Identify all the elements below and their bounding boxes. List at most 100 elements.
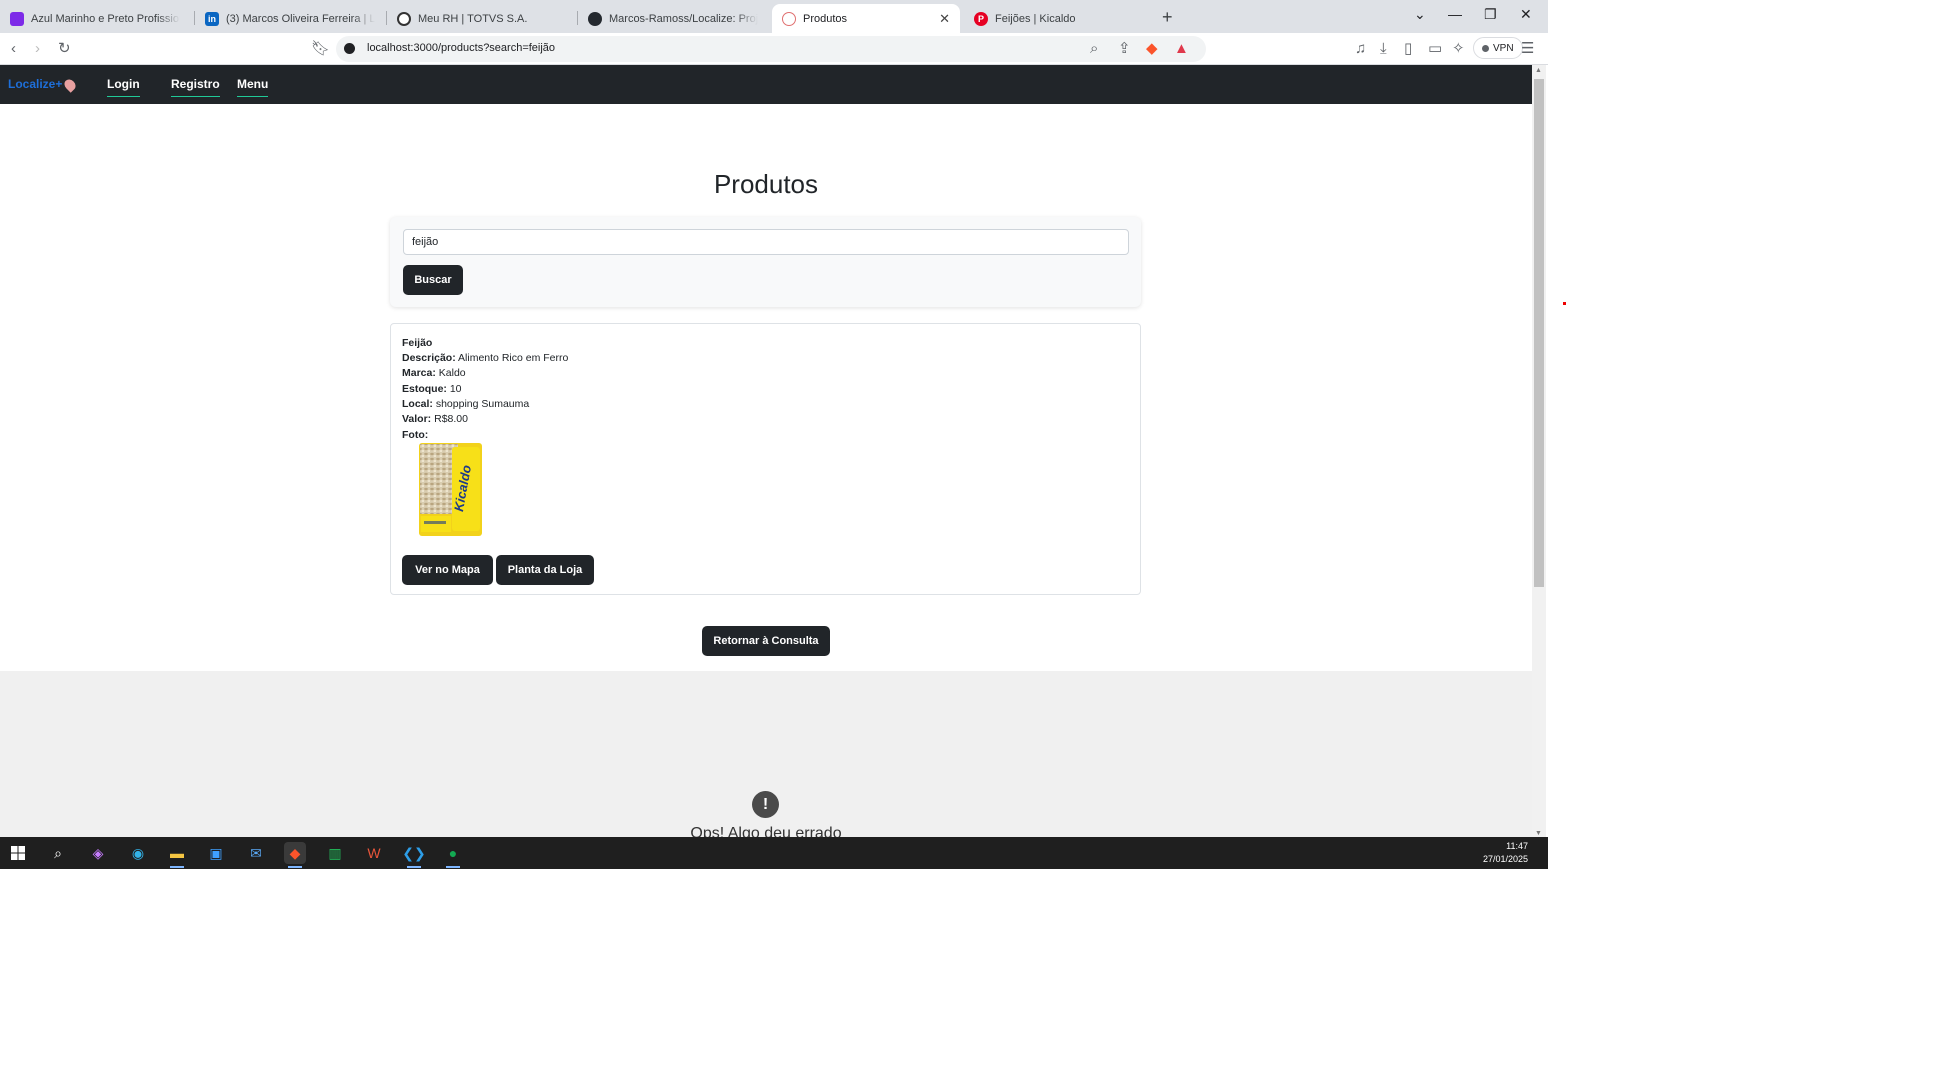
tab-title: Azul Marinho e Preto Profissional C bbox=[31, 12, 180, 25]
share-icon[interactable]: ⇪ bbox=[1118, 40, 1131, 58]
error-boundary: ! Ops! Algo deu errado bbox=[0, 671, 1532, 837]
minimize-icon[interactable]: — bbox=[1448, 6, 1462, 22]
scroll-down-arrow-icon[interactable]: ▼ bbox=[1535, 830, 1542, 837]
close-tab-icon[interactable]: ✕ bbox=[939, 11, 950, 27]
product-marca: Marca: Kaldo bbox=[402, 367, 466, 379]
brand-logo[interactable]: Localize+ bbox=[8, 77, 79, 93]
navbar: Localize+ Login Registro Menu bbox=[0, 65, 1532, 104]
bookmark-icon[interactable]: 🔖︎ bbox=[311, 40, 330, 58]
nav-registro[interactable]: Registro bbox=[171, 77, 220, 97]
tab-pinterest[interactable]: P Feijões | Kicaldo bbox=[964, 4, 1154, 33]
brand-text: Localize+ bbox=[8, 77, 63, 91]
map-pin-icon bbox=[62, 77, 79, 93]
localize-icon bbox=[782, 11, 796, 26]
search-card: Buscar bbox=[390, 217, 1141, 307]
back-icon[interactable]: ‹ bbox=[11, 40, 16, 58]
field-value: 10 bbox=[449, 383, 462, 395]
forward-icon[interactable]: › bbox=[35, 40, 40, 58]
wallet-icon[interactable]: ▭ bbox=[1428, 40, 1442, 58]
windows-start-icon[interactable] bbox=[7, 842, 29, 864]
nav-menu[interactable]: Menu bbox=[237, 77, 269, 97]
vscode-icon[interactable]: ❮❯ bbox=[402, 842, 426, 868]
field-value: shopping Sumauma bbox=[435, 398, 530, 410]
sidebar-icon[interactable]: ▯ bbox=[1404, 40, 1412, 58]
product-name: Feijão bbox=[402, 337, 432, 349]
vpn-label: VPN bbox=[1493, 42, 1514, 54]
tab-title: Produtos bbox=[803, 12, 848, 25]
tab-linkedin[interactable]: in (3) Marcos Oliveira Ferreira | Linked bbox=[195, 4, 385, 33]
tab-title: (3) Marcos Oliveira Ferreira | Linked bbox=[226, 12, 375, 25]
exclamation-icon: ! bbox=[752, 791, 779, 818]
search-input[interactable] bbox=[403, 229, 1129, 255]
brave-rewards-icon[interactable]: ▲ bbox=[1174, 40, 1189, 58]
field-label: Valor: bbox=[402, 413, 432, 425]
product-estoque: Estoque: 10 bbox=[402, 383, 462, 395]
field-label: Local: bbox=[402, 398, 433, 410]
tab-canva[interactable]: Azul Marinho e Preto Profissional C bbox=[0, 4, 190, 33]
tab-search-chevron-icon[interactable]: ⌄ bbox=[1414, 6, 1426, 23]
page-scrollbar[interactable]: ▲ ▼ bbox=[1532, 65, 1546, 837]
tab-github[interactable]: Marcos-Ramoss/Localize: Projeto In bbox=[578, 4, 768, 33]
file-explorer-icon[interactable]: ▬ bbox=[166, 842, 188, 868]
search-icon[interactable]: ⌕ bbox=[47, 842, 69, 864]
field-label: Foto: bbox=[402, 429, 429, 441]
wps-office-icon[interactable]: W bbox=[363, 842, 385, 864]
pinterest-icon: P bbox=[974, 11, 988, 26]
planta-da-loja-button[interactable]: Planta da Loja bbox=[496, 555, 594, 585]
clock-date: 27/01/2025 bbox=[1482, 854, 1528, 864]
product-descricao: Descrição: Alimento Rico em Ferro bbox=[402, 352, 568, 364]
product-name-text: Feijão bbox=[402, 337, 433, 349]
clock-time: 11:47 bbox=[1506, 841, 1528, 851]
browser-toolbar: ‹ › ↻ 🔖︎ localhost:3000/products?search=… bbox=[0, 33, 1548, 65]
field-value: Kaldo bbox=[438, 367, 466, 379]
product-valor: Valor: R$8.00 bbox=[402, 413, 468, 425]
scroll-up-arrow-icon[interactable]: ▲ bbox=[1535, 67, 1542, 74]
linkedin-icon: in bbox=[205, 11, 219, 26]
site-info-icon[interactable] bbox=[344, 43, 355, 54]
product-local: Local: shopping Sumauma bbox=[402, 398, 529, 410]
media-icon[interactable]: ♫ bbox=[1355, 40, 1366, 58]
mongodb-compass-icon[interactable]: ● bbox=[442, 842, 464, 868]
field-label: Marca: bbox=[402, 367, 436, 379]
red-marker bbox=[1563, 302, 1566, 305]
menu-icon[interactable]: ☰ bbox=[1521, 40, 1534, 58]
browser-tab-strip: Azul Marinho e Preto Profissional C in (… bbox=[0, 0, 1548, 33]
copilot-icon[interactable]: ◈ bbox=[87, 842, 109, 864]
tab-title: Marcos-Ramoss/Localize: Projeto In bbox=[609, 12, 758, 25]
field-label: Descrição: bbox=[402, 352, 456, 364]
github-icon bbox=[588, 11, 602, 26]
field-value: R$8.00 bbox=[434, 413, 468, 425]
system-clock[interactable]: 11:47 27/01/2025 bbox=[1483, 840, 1528, 866]
close-window-icon[interactable]: ✕ bbox=[1520, 6, 1532, 23]
brave-shields-icon[interactable]: ◆ bbox=[1146, 40, 1158, 58]
leo-ai-icon[interactable]: ✧ bbox=[1452, 40, 1465, 58]
restore-icon[interactable]: ❐ bbox=[1484, 6, 1497, 23]
retornar-consulta-button[interactable]: Retornar à Consulta bbox=[702, 626, 830, 656]
page-title: Produtos bbox=[713, 169, 819, 199]
downloads-icon[interactable]: ⤓ bbox=[1380, 40, 1387, 58]
totvs-icon bbox=[397, 11, 411, 26]
nav-login[interactable]: Login bbox=[107, 77, 140, 97]
product-photo: Kicaldo bbox=[419, 443, 482, 536]
brave-browser-icon[interactable]: ◆ bbox=[284, 842, 306, 868]
ver-no-mapa-button[interactable]: Ver no Mapa bbox=[402, 555, 493, 585]
address-bar[interactable]: localhost:3000/products?search=feijão ⌕ … bbox=[336, 36, 1206, 62]
tab-produtos[interactable]: Produtos ✕ bbox=[772, 4, 960, 33]
search-button[interactable]: Buscar bbox=[403, 265, 463, 295]
zoom-icon[interactable]: ⌕ bbox=[1090, 40, 1098, 58]
url-text[interactable]: localhost:3000/products?search=feijão bbox=[367, 42, 555, 54]
vpn-button[interactable]: VPN bbox=[1473, 37, 1523, 59]
product-foto-label: Foto: bbox=[402, 429, 428, 441]
page-viewport: Localize+ Login Registro Menu Produtos B… bbox=[0, 65, 1532, 837]
scrollbar-thumb[interactable] bbox=[1534, 79, 1544, 587]
mail-icon[interactable]: ✉ bbox=[245, 842, 267, 864]
store-icon[interactable]: ▣ bbox=[205, 842, 227, 864]
reload-icon[interactable]: ↻ bbox=[58, 40, 71, 58]
spreadsheet-icon[interactable]: ▥ bbox=[324, 842, 346, 864]
new-tab-button[interactable]: + bbox=[1162, 7, 1173, 28]
tab-title: Meu RH | TOTVS S.A. bbox=[418, 12, 528, 25]
field-value: Alimento Rico em Ferro bbox=[458, 352, 569, 364]
edge-icon[interactable]: ◉ bbox=[127, 842, 149, 864]
product-card: Feijão Descrição: Alimento Rico em Ferro… bbox=[390, 323, 1141, 595]
tab-totvs[interactable]: Meu RH | TOTVS S.A. bbox=[387, 4, 577, 33]
